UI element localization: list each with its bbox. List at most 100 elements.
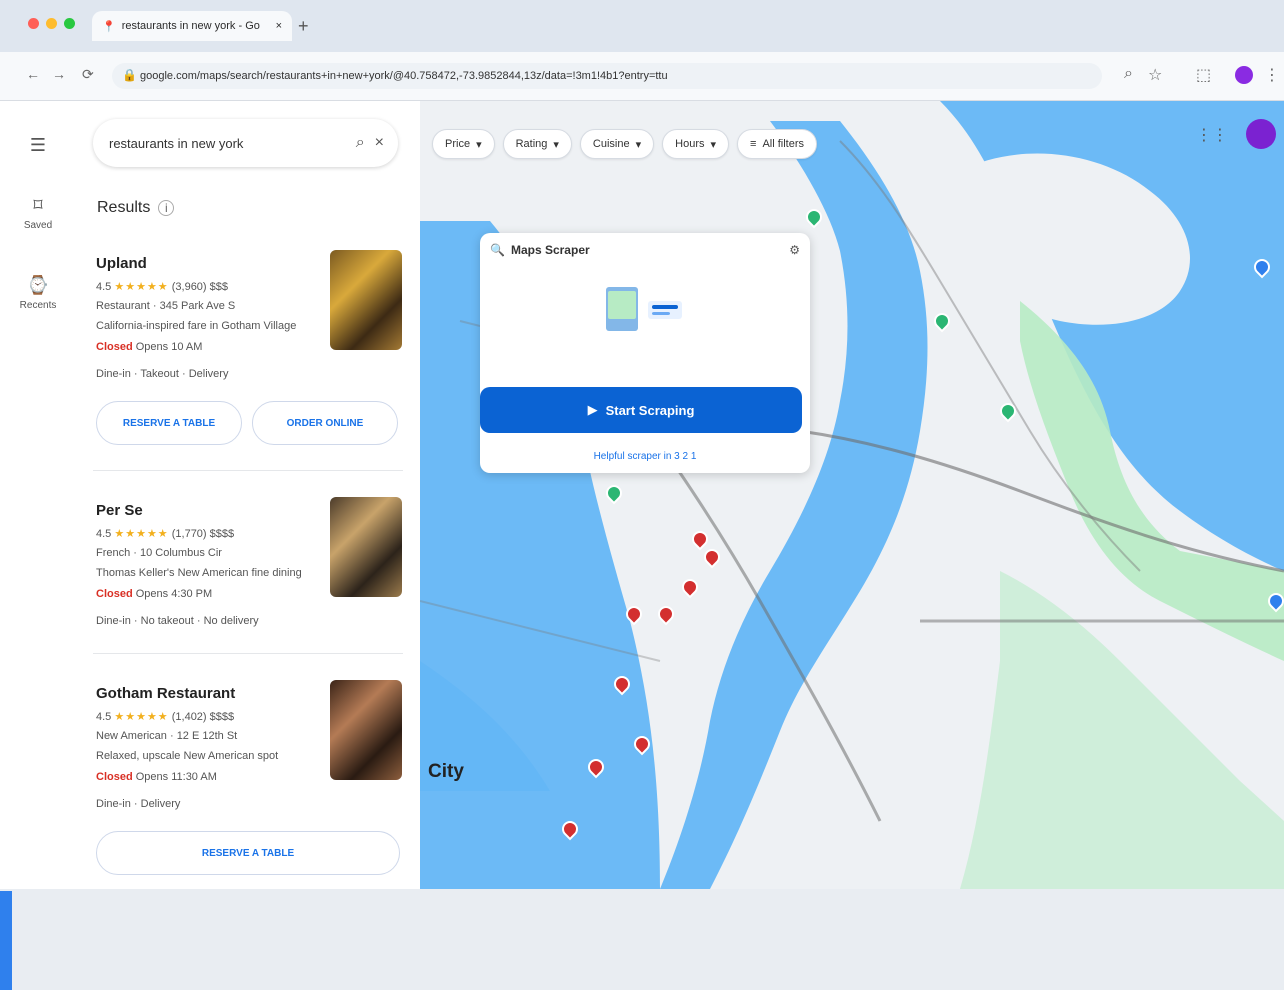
review-count: (1,402): [171, 711, 207, 723]
chip-price[interactable]: Price ▾: [432, 129, 495, 159]
place-description: Thomas Keller's New American fine dining: [96, 567, 302, 579]
minimize-window-icon[interactable]: [46, 18, 57, 29]
rating-row: 4.5 ★★★★★ (3,960) $$$: [96, 280, 228, 293]
stars-icon: ★★★★★: [114, 281, 169, 293]
bookmark-star-icon[interactable]: ☆: [1148, 65, 1162, 85]
chip-label: Price: [445, 138, 471, 150]
rating-value: 4.5: [96, 528, 112, 540]
place-photo[interactable]: [330, 250, 402, 350]
result-card[interactable]: Upland 4.5 ★★★★★ (3,960) $$$ Restaurant …: [93, 238, 403, 471]
rating-row: 4.5 ★★★★★ (1,770) $$$$: [96, 527, 234, 540]
chevron-down-icon: ▾: [476, 138, 482, 151]
place-services: Dine-in · No takeout · No delivery: [96, 615, 259, 627]
stars-icon: ★★★★★: [114, 528, 169, 540]
popup-link[interactable]: Helpful scraper in 3 2 1: [480, 451, 810, 462]
filter-icon: ≡: [750, 138, 757, 150]
rail-label-saved: Saved: [23, 220, 53, 231]
place-photo[interactable]: [330, 680, 402, 780]
map-canvas[interactable]: [420, 101, 1284, 889]
chip-hours[interactable]: Hours ▾: [662, 129, 730, 159]
menu-hamburger-icon[interactable]: ☰: [18, 135, 58, 156]
play-icon: ▶: [587, 402, 598, 417]
menu-kebab-icon[interactable]: ⋮: [1264, 65, 1280, 85]
map-view[interactable]: Price ▾ Rating ▾ Cuisine ▾ Hours ▾ ≡ All…: [420, 101, 1284, 889]
profile-avatar[interactable]: [1235, 66, 1253, 84]
cta-label: Start Scraping: [605, 402, 695, 418]
rail-accent: [0, 891, 12, 990]
status-closed: Closed: [96, 771, 133, 783]
rail-item-recents[interactable]: ⌚ Recents: [18, 275, 58, 311]
close-window-icon[interactable]: [28, 18, 39, 29]
info-icon[interactable]: i: [158, 200, 175, 216]
close-tab-icon[interactable]: ×: [276, 20, 282, 32]
site-info-icon[interactable]: 🔒: [122, 68, 137, 82]
apps-grid-icon[interactable]: ⋮⋮: [1196, 125, 1228, 145]
status-open: Opens 10 AM: [135, 341, 203, 353]
rail-item-saved[interactable]: ⌑ Saved: [18, 195, 58, 231]
address-bar[interactable]: 🔒 google.com/maps/search/restaurants+in+…: [112, 63, 1102, 89]
browser-chrome: 📍 restaurants in new york - Go × +: [0, 0, 1284, 52]
reload-icon[interactable]: ⟳: [82, 66, 94, 83]
order-online-button[interactable]: ORDER ONLINE: [252, 401, 398, 445]
place-name[interactable]: Upland: [96, 255, 147, 272]
place-status: Closed Opens 11:30 AM: [96, 771, 217, 783]
back-icon[interactable]: ←: [26, 66, 40, 82]
scraper-logo-icon: 🔍: [490, 243, 505, 257]
place-name[interactable]: Per Se: [96, 502, 143, 519]
tab-title: restaurants in new york - Go: [121, 20, 260, 32]
extensions-icon[interactable]: ⬚: [1196, 65, 1211, 85]
reserve-table-button[interactable]: RESERVE A TABLE: [96, 401, 242, 445]
illustration: [606, 287, 682, 331]
chevron-down-icon: ▾: [553, 138, 559, 151]
rail-label-recents: Recents: [19, 300, 57, 311]
popup-header: 🔍 Maps Scraper ⚙: [490, 243, 800, 257]
search-icon[interactable]: ⌕: [356, 134, 365, 152]
bookmark-icon: ⌑: [33, 195, 43, 215]
search-input[interactable]: [107, 134, 346, 152]
results-list: Upland 4.5 ★★★★★ (3,960) $$$ Restaurant …: [93, 238, 403, 888]
chevron-down-icon: ▾: [635, 138, 642, 151]
scraper-popup: 🔍 Maps Scraper ⚙ ▶ Start Scraping Helpfu…: [480, 233, 810, 473]
chip-cuisine[interactable]: Cuisine ▾: [579, 129, 655, 159]
price-level: $$$: [209, 281, 229, 293]
place-description: California-inspired fare in Gotham Villa…: [96, 320, 297, 332]
status-open: Opens 11:30 AM: [135, 771, 217, 783]
search-box[interactable]: ⌕ ×: [93, 119, 398, 167]
result-card[interactable]: Gotham Restaurant 4.5 ★★★★★ (1,402) $$$$…: [93, 668, 403, 875]
maximize-window-icon[interactable]: [64, 18, 75, 29]
start-scraping-button[interactable]: ▶ Start Scraping: [480, 387, 802, 433]
card-actions: RESERVE A TABLE: [96, 831, 400, 875]
rating-value: 4.5: [96, 281, 112, 293]
popup-title: Maps Scraper: [510, 243, 590, 257]
browser-tab[interactable]: 📍 restaurants in new york - Go ×: [92, 11, 292, 41]
chevron-down-icon: ▾: [710, 138, 717, 151]
place-name[interactable]: Gotham Restaurant: [96, 685, 235, 702]
map-pin-icon: 📍: [102, 20, 116, 33]
left-rail: ☰ ⌑ Saved ⌚ Recents: [0, 101, 76, 990]
result-card[interactable]: Per Se 4.5 ★★★★★ (1,770) $$$$ French · 1…: [93, 485, 403, 654]
address-text: google.com/maps/search/restaurants+in+ne…: [140, 70, 668, 82]
price-level: $$$$: [209, 528, 235, 540]
new-tab-button[interactable]: +: [298, 16, 309, 37]
zoom-icon[interactable]: ⌕: [1124, 65, 1133, 83]
status-closed: Closed: [96, 341, 133, 353]
place-meta: New American · 12 E 12th St: [96, 730, 238, 742]
status-open: Opens 4:30 PM: [135, 588, 213, 600]
chip-rating[interactable]: Rating ▾: [502, 129, 572, 159]
place-photo[interactable]: [330, 497, 402, 597]
card-actions: RESERVE A TABLE ORDER ONLINE: [96, 401, 398, 445]
place-services: Dine-in · Takeout · Delivery: [96, 368, 229, 380]
close-icon[interactable]: ×: [375, 134, 384, 152]
popup-title-wrap: 🔍 Maps Scraper: [490, 243, 590, 257]
chip-all-filters[interactable]: ≡ All filters: [737, 129, 817, 159]
map-city-label: City: [428, 761, 464, 782]
results-title-text: Results: [97, 199, 151, 216]
reserve-table-button[interactable]: RESERVE A TABLE: [96, 831, 400, 875]
chip-label: Rating: [515, 138, 548, 150]
account-avatar[interactable]: [1246, 119, 1276, 149]
review-count: (3,960): [171, 281, 207, 293]
place-meta: Restaurant · 345 Park Ave S: [96, 300, 236, 312]
settings-icon[interactable]: ⚙: [789, 243, 800, 257]
forward-icon[interactable]: →: [52, 66, 66, 82]
browser-toolbar: ← → ⟳ 🔒 google.com/maps/search/restauran…: [0, 52, 1284, 101]
